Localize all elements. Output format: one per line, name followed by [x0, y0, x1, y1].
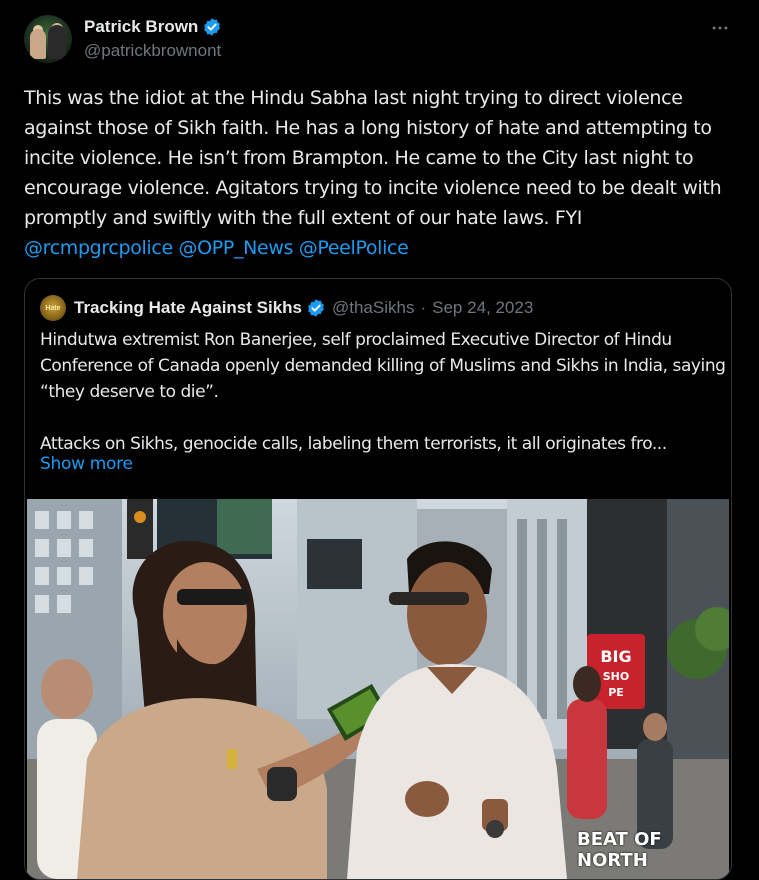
quoted-date[interactable]: Sep 24, 2023: [432, 298, 533, 318]
tweet-body: This was the idiot at the Hindu Sabha la…: [24, 87, 722, 229]
quoted-paragraph: Hindutwa extremist Ron Banerjee, self pr…: [40, 330, 726, 402]
quoted-tweet[interactable]: Hate Tracking Hate Against Sikhs @thaSik…: [24, 278, 732, 880]
video-frame-image: BIG SHO PE: [27, 499, 729, 879]
quoted-avatar[interactable]: Hate: [40, 295, 66, 321]
mention-link[interactable]: @OPP_News: [179, 237, 294, 259]
svg-text:BIG: BIG: [600, 647, 631, 666]
more-options-button[interactable]: [706, 14, 734, 42]
author-handle[interactable]: @patrickbrownont: [84, 41, 221, 61]
author-name-row: Patrick Brown: [84, 16, 222, 38]
show-more-link[interactable]: Show more: [40, 454, 133, 474]
quoted-display-name[interactable]: Tracking Hate Against Sikhs: [74, 298, 302, 318]
author-avatar[interactable]: [24, 15, 72, 63]
quoted-text: Hindutwa extremist Ron Banerjee, self pr…: [40, 327, 730, 457]
author-display-name[interactable]: Patrick Brown: [84, 17, 198, 37]
mention-link[interactable]: @rcmpgrcpolice: [24, 237, 173, 259]
video-watermark: BEAT OF NORTH: [577, 829, 662, 871]
svg-text:SHO: SHO: [603, 670, 629, 683]
video-thumbnail[interactable]: BIG SHO PE BEAT OF NORTH: [27, 499, 729, 879]
mention-link[interactable]: @PeelPolice: [299, 237, 409, 259]
quoted-handle[interactable]: @thaSikhs: [332, 298, 414, 318]
quoted-paragraph: Attacks on Sikhs, genocide calls, labeli…: [40, 434, 667, 454]
verified-badge-icon[interactable]: [202, 17, 222, 37]
svg-text:PE: PE: [608, 686, 624, 699]
verified-badge-icon[interactable]: [306, 298, 326, 318]
ellipsis-icon: [712, 26, 728, 30]
quoted-avatar-text: Hate: [45, 304, 61, 312]
meta-separator: ·: [420, 298, 427, 317]
quoted-header: Hate Tracking Hate Against Sikhs @thaSik…: [40, 295, 533, 321]
tweet-text: This was the idiot at the Hindu Sabha la…: [24, 83, 736, 263]
tweet[interactable]: Patrick Brown @patrickbrownont This was …: [0, 0, 759, 880]
